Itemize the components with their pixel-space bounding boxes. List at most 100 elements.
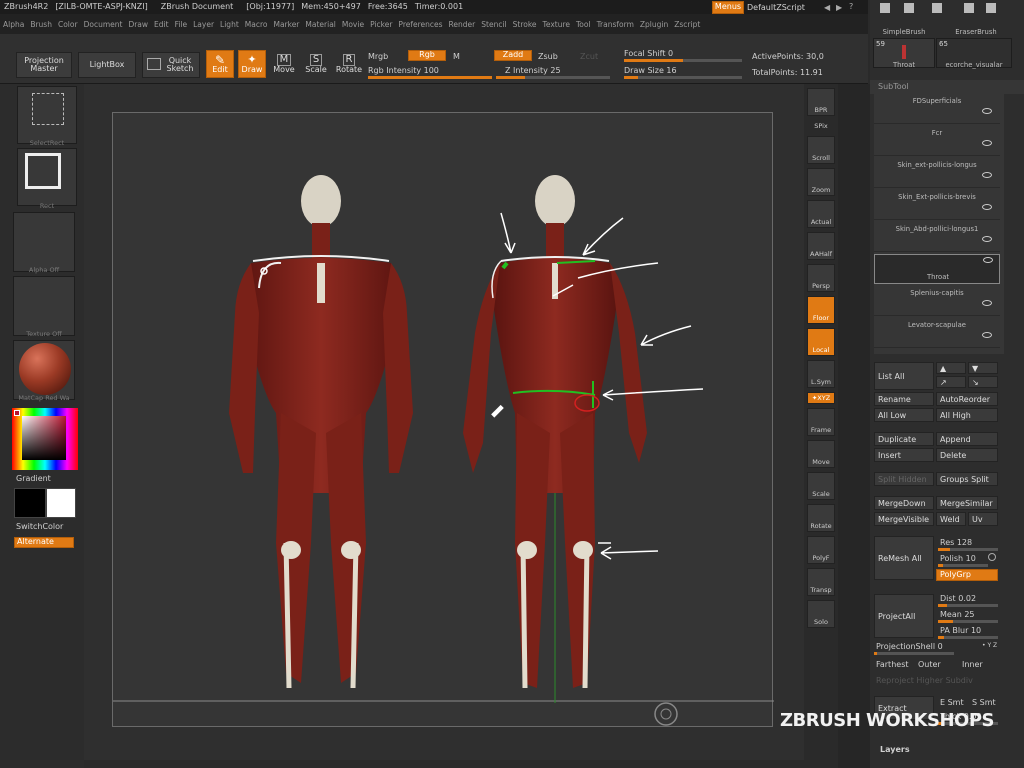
mean-slider[interactable] <box>938 620 998 623</box>
color-picker[interactable] <box>12 408 78 470</box>
rgb-intensity-slider[interactable] <box>368 76 492 79</box>
menu-transform[interactable]: Transform <box>594 14 637 29</box>
arrow-right-icon[interactable]: ▶ <box>836 3 842 12</box>
menu-marker[interactable]: Marker <box>270 14 302 29</box>
projectall-button[interactable]: ProjectAll <box>874 594 934 638</box>
reproject-button[interactable]: Reproject Higher Subdiv <box>876 676 973 685</box>
menu-brush[interactable]: Brush <box>27 14 55 29</box>
tool-icon-1[interactable] <box>880 3 890 13</box>
inner-button[interactable]: Inner <box>962 660 983 669</box>
dist-slider[interactable] <box>938 604 998 607</box>
mrgb-toggle[interactable]: Mrgb <box>368 52 388 61</box>
rt-rotate-button[interactable]: Rotate <box>807 504 835 532</box>
autoreorder-button[interactable]: AutoReorder <box>936 392 998 406</box>
rt-polyf-button[interactable]: PolyF <box>807 536 835 564</box>
tool-icon-2[interactable] <box>904 3 914 13</box>
selectrect-thumbnail[interactable] <box>17 86 77 144</box>
menu-edit[interactable]: Edit <box>151 14 172 29</box>
tool-icon-5[interactable] <box>986 3 996 13</box>
eye-icon[interactable] <box>982 204 992 210</box>
projectionshell-slider[interactable] <box>874 652 954 655</box>
subtool-header[interactable]: SubTool <box>870 80 1024 94</box>
remesh-all-button[interactable]: ReMesh All <box>874 536 934 580</box>
duplicate-button[interactable]: Duplicate <box>874 432 934 446</box>
list-all-button[interactable]: List All <box>874 362 934 390</box>
menu-alpha[interactable]: Alpha <box>0 14 27 29</box>
subtool-row[interactable]: Throat <box>874 254 1000 284</box>
rotate-button[interactable]: R Rotate <box>334 50 364 78</box>
rgb-toggle[interactable]: Rgb <box>408 50 446 61</box>
menu-picker[interactable]: Picker <box>367 14 395 29</box>
polish-slider[interactable] <box>938 564 988 567</box>
layers-header[interactable]: Layers <box>880 745 910 754</box>
menu-preferences[interactable]: Preferences <box>395 14 445 29</box>
rt-aahalf-button[interactable]: AAHalf <box>807 232 835 260</box>
menu-layer[interactable]: Layer <box>190 14 217 29</box>
focal-shift-slider[interactable] <box>624 59 742 62</box>
help-icon[interactable]: ? <box>849 2 853 11</box>
rt-scale-button[interactable]: Scale <box>807 472 835 500</box>
insert-button[interactable]: Insert <box>874 448 934 462</box>
rt-floor-button[interactable]: Floor <box>807 296 835 324</box>
groups-split-button[interactable]: Groups Split <box>936 472 998 486</box>
subtool-row[interactable]: Skin_Abd-pollici-longus1 <box>874 222 1000 252</box>
polygrp-toggle[interactable]: PolyGrp <box>936 569 998 581</box>
split-hidden-button[interactable]: Split Hidden <box>874 472 934 486</box>
menu-zscript[interactable]: Zscript <box>671 14 703 29</box>
zsub-toggle[interactable]: Zsub <box>538 52 558 61</box>
res-slider[interactable] <box>938 548 998 551</box>
scale-button[interactable]: S Scale <box>302 50 330 78</box>
zadd-toggle[interactable]: Zadd <box>494 50 532 61</box>
outer-button[interactable]: Outer <box>918 660 941 669</box>
alternate-button[interactable]: Alternate <box>14 537 74 548</box>
eye-icon[interactable] <box>982 140 992 146</box>
pa-blur-slider[interactable] <box>938 636 998 639</box>
menu-file[interactable]: File <box>172 14 191 29</box>
arrow-up-icon[interactable]: ▲ <box>936 362 966 374</box>
rt-scroll-button[interactable]: Scroll <box>807 136 835 164</box>
weld-button[interactable]: Weld <box>936 512 966 526</box>
rect-stroke-thumbnail[interactable] <box>17 148 77 206</box>
all-low-button[interactable]: All Low <box>874 408 934 422</box>
edit-button[interactable]: ✎ Edit <box>206 50 234 78</box>
default-zscript-label[interactable]: DefaultZScript <box>747 3 805 12</box>
menu-stencil[interactable]: Stencil <box>478 14 509 29</box>
brush-simplebrush[interactable]: SimpleBrush <box>870 28 938 36</box>
quick-sketch-button[interactable]: Quick Sketch <box>142 52 200 78</box>
subtool-row[interactable]: Skin_ext-pollicis-longus <box>874 158 1000 188</box>
material-thumbnail[interactable] <box>13 340 75 400</box>
subtool-row[interactable]: Levator-scapulae <box>874 318 1000 348</box>
projection-axis-label[interactable]: • Y Z <box>982 642 997 649</box>
menu-material[interactable]: Material <box>302 14 338 29</box>
brush-eraserbrush[interactable]: EraserBrush <box>938 28 1014 36</box>
tool-icon-3[interactable] <box>932 3 942 13</box>
rt-persp-button[interactable]: Persp <box>807 264 835 292</box>
farthest-button[interactable]: Farthest <box>876 660 909 669</box>
move-button[interactable]: M Move <box>270 50 298 78</box>
rt-transp-button[interactable]: Transp <box>807 568 835 596</box>
move-down-icon[interactable]: ↘ <box>968 376 998 388</box>
rt-move-button[interactable]: Move <box>807 440 835 468</box>
menu-movie[interactable]: Movie <box>339 14 367 29</box>
menu-color[interactable]: Color <box>55 14 81 29</box>
subtool-row[interactable]: Fcr <box>874 126 1000 156</box>
rt-spix-button[interactable]: SPix <box>807 120 835 132</box>
polish-toggle-icon[interactable] <box>988 553 996 561</box>
color-picker-square[interactable] <box>22 416 66 460</box>
texture-thumbnail[interactable] <box>13 276 75 336</box>
menu-zplugin[interactable]: Zplugin <box>637 14 671 29</box>
eye-icon[interactable] <box>982 300 992 306</box>
m-toggle[interactable]: M <box>453 52 460 61</box>
mergevisible-button[interactable]: MergeVisible <box>874 512 934 526</box>
gradient-label[interactable]: Gradient <box>16 474 51 483</box>
uv-button[interactable]: Uv <box>968 512 998 526</box>
menu-macro[interactable]: Macro <box>242 14 271 29</box>
subtool-row[interactable]: Splenius-capitis <box>874 286 1000 316</box>
rt-frame-button[interactable]: Frame <box>807 408 835 436</box>
tray-scrollstrip[interactable] <box>838 84 870 768</box>
zcut-toggle[interactable]: Zcut <box>580 52 598 61</box>
menu-tool[interactable]: Tool <box>573 14 594 29</box>
draw-button[interactable]: ✦ Draw <box>238 50 266 78</box>
rt-solo-button[interactable]: Solo <box>807 600 835 628</box>
arrow-down-icon[interactable]: ▼ <box>968 362 998 374</box>
